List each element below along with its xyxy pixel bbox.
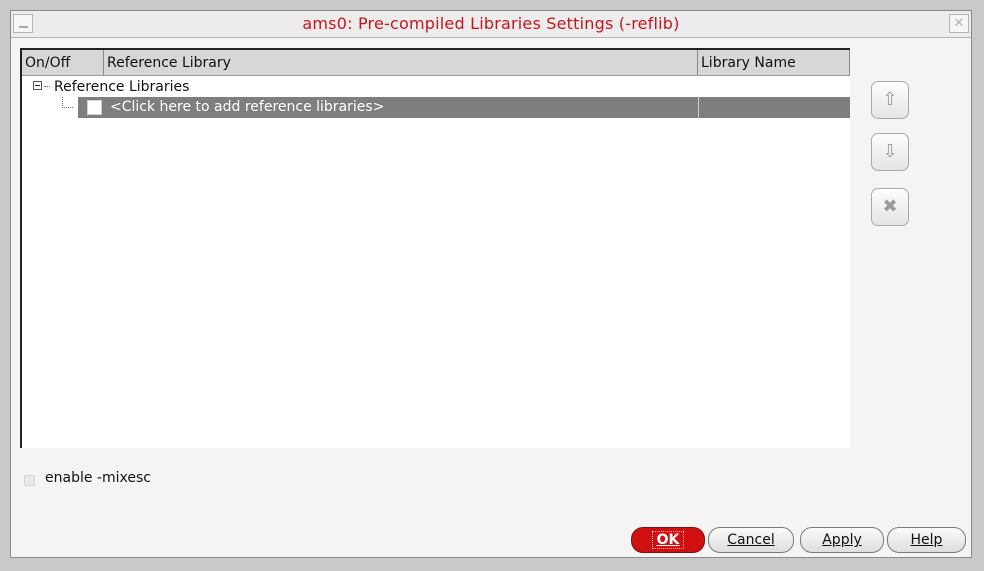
arrow-up-icon: ⇧ — [882, 89, 898, 110]
apply-button[interactable]: Apply — [800, 527, 884, 553]
move-up-button[interactable]: ⇧ — [871, 81, 909, 119]
ok-button[interactable]: OK — [631, 527, 705, 553]
title-bar[interactable]: ams0: Pre-compiled Libraries Settings (-… — [11, 11, 971, 38]
dialog-window: ams0: Pre-compiled Libraries Settings (-… — [10, 10, 972, 558]
window-title: ams0: Pre-compiled Libraries Settings (-… — [302, 14, 680, 33]
close-button[interactable]: ✕ — [949, 14, 969, 33]
column-header-on-off[interactable]: On/Off — [22, 50, 104, 75]
collapse-icon[interactable] — [33, 81, 42, 90]
tree-connector — [44, 86, 50, 87]
table-row[interactable]: <Click here to add reference libraries> — [22, 97, 850, 118]
tree-root-label: Reference Libraries — [54, 79, 190, 95]
library-name-cell[interactable] — [699, 97, 850, 118]
delete-x-icon: ✖ — [882, 196, 898, 217]
cancel-button[interactable]: Cancel — [708, 527, 794, 553]
tree-connector — [62, 97, 73, 108]
add-reference-library-prompt[interactable]: <Click here to add reference libraries> — [110, 97, 384, 118]
enable-mixesc-label[interactable]: enable -mixesc — [45, 470, 151, 486]
column-header-library-name[interactable]: Library Name — [698, 50, 850, 75]
enable-mixesc-checkbox[interactable] — [24, 475, 35, 486]
table-header: On/Off Reference Library Library Name — [22, 50, 850, 76]
ok-button-label: OK — [651, 531, 685, 549]
row-enable-checkbox[interactable] — [87, 100, 102, 115]
help-button[interactable]: Help — [887, 527, 966, 553]
close-icon: ✕ — [953, 16, 965, 31]
arrow-down-icon: ⇩ — [882, 141, 898, 162]
move-down-button[interactable]: ⇩ — [871, 133, 909, 171]
reference-library-table: On/Off Reference Library Library Name Re… — [20, 48, 850, 448]
column-header-reference-library[interactable]: Reference Library — [104, 50, 698, 75]
delete-button[interactable]: ✖ — [871, 188, 909, 226]
